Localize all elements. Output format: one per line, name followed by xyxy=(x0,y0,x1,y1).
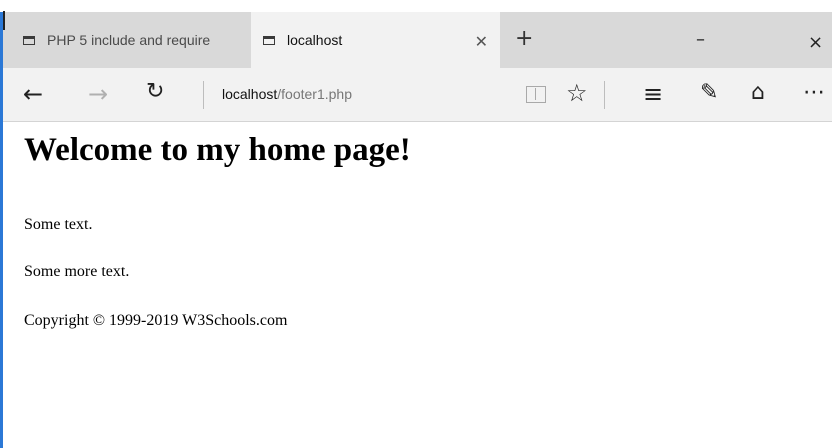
toolbar-divider xyxy=(604,81,605,109)
favorite-star-icon[interactable]: ☆ xyxy=(566,79,588,107)
address-path: /footer1.php xyxy=(277,86,352,102)
refresh-icon[interactable]: ↻ xyxy=(146,79,164,104)
tab-page-icon xyxy=(263,35,275,45)
paragraph-some-more-text: Some more text. xyxy=(24,263,130,280)
tab-php-include[interactable]: PHP 5 include and require xyxy=(3,12,251,68)
reading-view-icon[interactable] xyxy=(526,86,546,103)
page-heading: Welcome to my home page! xyxy=(24,132,411,168)
address-bar[interactable]: localhost/footer1.php xyxy=(222,86,352,102)
web-note-icon[interactable]: ✎ xyxy=(700,80,718,105)
forward-arrow-icon[interactable]: → xyxy=(88,80,108,108)
minimize-button[interactable]: – xyxy=(696,29,705,50)
tab-localhost[interactable]: localhost ✕ xyxy=(251,12,500,68)
more-icon[interactable]: ⋯ xyxy=(803,80,825,105)
share-icon[interactable]: ⌂ xyxy=(751,80,765,105)
close-window-button[interactable]: × xyxy=(808,32,823,53)
tab-title: localhost xyxy=(287,32,343,48)
browser-window: PHP 5 include and require localhost ✕ + … xyxy=(0,0,832,448)
tab-strip: PHP 5 include and require localhost ✕ + … xyxy=(3,11,832,68)
address-divider xyxy=(203,81,204,109)
address-host: localhost xyxy=(222,86,278,102)
back-arrow-icon[interactable]: ← xyxy=(23,80,43,108)
page-content: Welcome to my home page! Some text. Some… xyxy=(3,122,832,448)
tab-title: PHP 5 include and require xyxy=(47,32,211,48)
new-tab-button[interactable]: + xyxy=(515,26,533,51)
window-top-edge xyxy=(0,0,832,12)
tab-close-icon[interactable]: ✕ xyxy=(475,32,488,51)
tab-page-icon xyxy=(23,35,35,45)
copyright-footer: Copyright © 1999-2019 W3Schools.com xyxy=(24,312,288,329)
hub-icon[interactable]: ≡ xyxy=(643,80,663,108)
paragraph-some-text: Some text. xyxy=(24,216,93,233)
navigation-bar: ← → ↻ localhost/footer1.php ☆ ≡ ✎ ⌂ ⋯ xyxy=(3,68,832,122)
